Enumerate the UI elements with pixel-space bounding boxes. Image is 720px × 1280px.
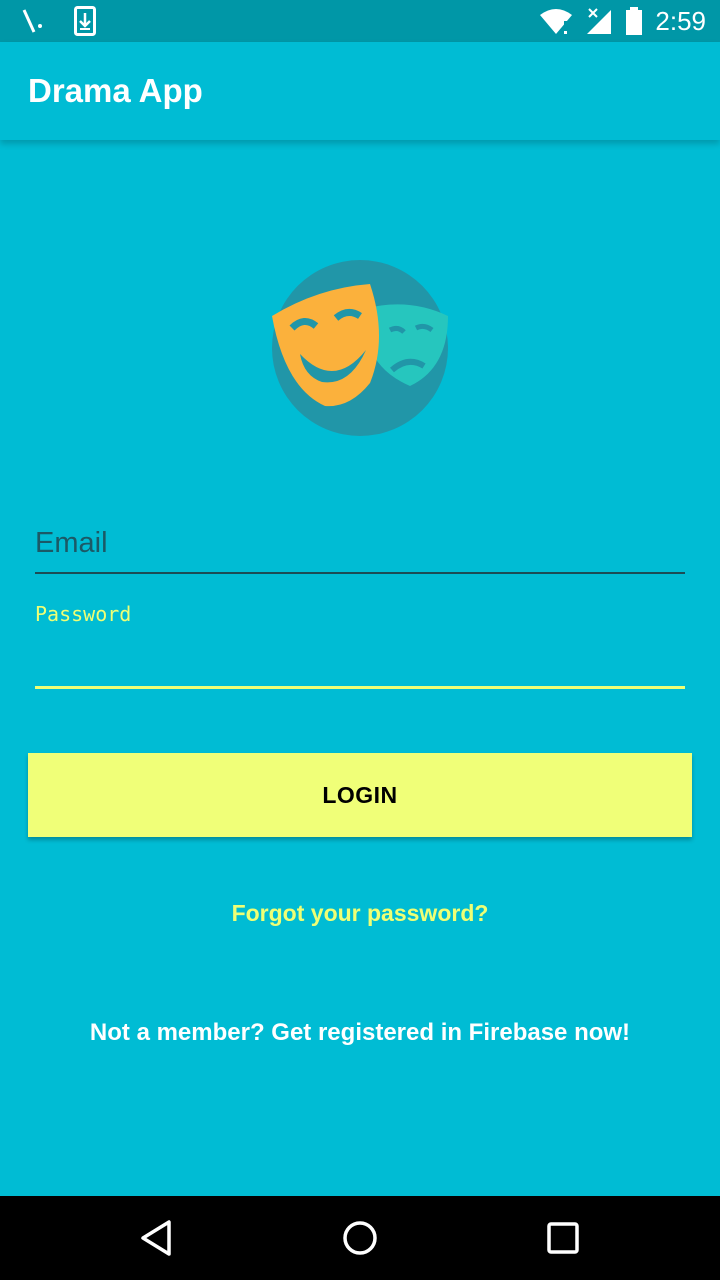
- email-field[interactable]: [35, 520, 685, 574]
- password-label: Password: [35, 602, 132, 626]
- status-left-icons: [20, 6, 96, 36]
- register-link[interactable]: Not a member? Get registered in Firebase…: [0, 1019, 720, 1047]
- nav-bar: [0, 1196, 720, 1280]
- status-time: 2:59: [655, 6, 706, 36]
- drama-masks-icon: [272, 260, 448, 436]
- home-icon[interactable]: [338, 1216, 382, 1260]
- forgot-password-link[interactable]: Forgot your password?: [0, 900, 720, 927]
- download-icon: [74, 6, 96, 36]
- login-button[interactable]: LOGIN: [28, 753, 692, 837]
- battery-icon: [626, 7, 643, 35]
- password-field[interactable]: [35, 640, 685, 689]
- recents-icon[interactable]: [541, 1216, 585, 1260]
- app-bar: Drama App: [0, 42, 720, 140]
- wifi-icon: [540, 9, 573, 34]
- email-input[interactable]: [35, 520, 685, 566]
- app-title: Drama App: [28, 72, 203, 109]
- back-icon[interactable]: [135, 1216, 179, 1260]
- status-right-icons: 2:59: [539, 4, 706, 38]
- cell-signal-icon: [587, 8, 612, 34]
- status-bar: 2:59: [0, 0, 720, 42]
- password-input[interactable]: [35, 640, 685, 682]
- signal-slash-icon: [22, 9, 42, 33]
